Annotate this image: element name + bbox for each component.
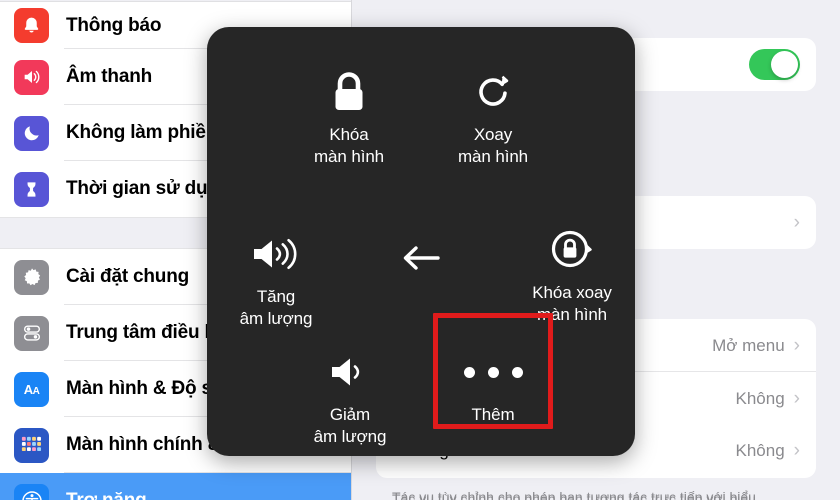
aa-glyph: AA xyxy=(23,381,40,397)
menu-item-label: Thêm xyxy=(471,405,515,424)
menu-item-label: Khóa xoay màn hình xyxy=(532,283,612,324)
row-value: Mở menu xyxy=(712,335,785,355)
gear-icon xyxy=(14,259,49,295)
sound-icon xyxy=(14,59,49,95)
chevron-right-icon: › xyxy=(793,388,800,409)
rotation-lock-icon xyxy=(546,223,598,277)
menu-item-lock-screen[interactable]: Khóa màn hình xyxy=(274,65,424,168)
assistive-touch-toggle[interactable] xyxy=(749,49,800,80)
sidebar-item-label: Không làm phiền xyxy=(66,122,218,143)
back-arrow-icon[interactable] xyxy=(386,223,456,293)
long-press-value: Không xyxy=(735,440,785,460)
chevron-right-icon: › xyxy=(793,440,800,461)
rotate-screen-icon xyxy=(469,65,517,119)
custom-actions-note-visible: Tác vụ tùy chỉnh cho phép bạn tương tác … xyxy=(392,491,756,500)
lock-screen-icon xyxy=(327,65,371,119)
menu-item-label: Tăng âm lượng xyxy=(239,287,313,328)
volume-down-icon xyxy=(327,345,373,399)
sidebar-item-label: Âm thanh xyxy=(66,66,153,87)
menu-item-label: Giảm âm lượng xyxy=(313,405,387,446)
sidebar-item-label: Cài đặt chung xyxy=(66,266,190,287)
menu-item-label: Khóa màn hình xyxy=(313,125,385,166)
more-dots-icon xyxy=(463,345,523,399)
control-center-icon xyxy=(14,315,49,351)
toggle-knob xyxy=(771,51,798,78)
accessibility-icon xyxy=(14,483,49,500)
menu-item-rotate-screen[interactable]: Xoay màn hình xyxy=(418,65,568,168)
do-not-disturb-icon xyxy=(14,115,49,151)
display-brightness-icon: AA xyxy=(14,371,49,407)
home-screen-icon xyxy=(14,427,49,463)
chevron-right-icon: › xyxy=(793,335,800,356)
notifications-icon xyxy=(14,8,49,43)
row-accessory: Mở menu › xyxy=(712,336,800,356)
menu-item-label: Xoay màn hình xyxy=(457,125,529,166)
row-accessory: › xyxy=(794,213,800,232)
sidebar-item-label: Thông báo xyxy=(66,14,162,36)
assistive-touch-menu-panel[interactable]: Khóa màn hình Xoay màn hình Tăng âm lượn… xyxy=(207,27,635,456)
sidebar-item-label: Thời gian sử dụng xyxy=(66,178,231,199)
menu-item-more[interactable]: Thêm xyxy=(418,345,568,426)
sidebar-item-accessibility[interactable]: Trợ năng xyxy=(0,473,351,500)
menu-item-volume-up[interactable]: Tăng âm lượng xyxy=(201,227,351,330)
ipad-settings-screen: Thông báo Âm thanh Không làm phiền Thời … xyxy=(0,0,840,500)
row-accessory: Không › xyxy=(736,441,801,461)
volume-up-icon xyxy=(249,227,303,281)
row-accessory: Không › xyxy=(736,389,801,409)
three-dots xyxy=(463,366,523,378)
menu-item-volume-down[interactable]: Giảm âm lượng xyxy=(275,345,425,448)
sidebar-item-label: Trợ năng xyxy=(66,490,147,500)
row-value: Không xyxy=(735,388,785,408)
screen-time-icon xyxy=(14,171,49,207)
row-accessory xyxy=(749,49,800,80)
menu-item-rotation-lock[interactable]: Khóa xoay màn hình xyxy=(497,223,647,326)
chevron-right-icon: › xyxy=(793,212,800,233)
